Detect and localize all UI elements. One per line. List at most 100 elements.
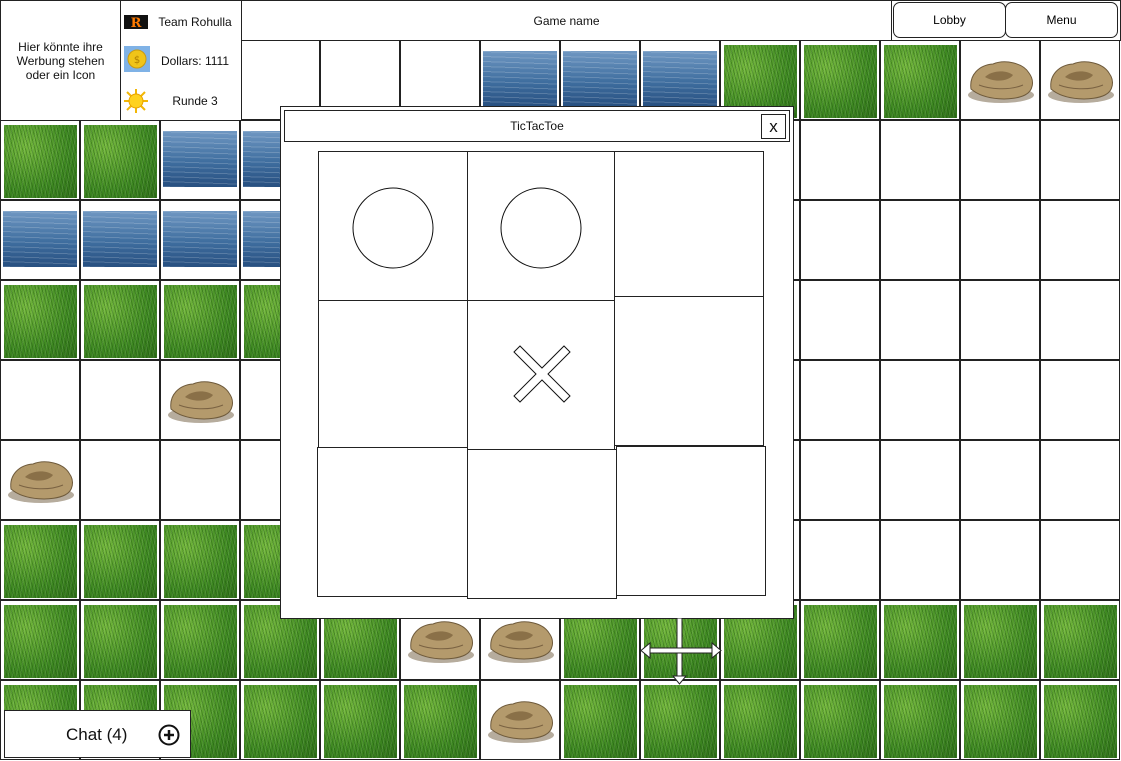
map-tile-grass[interactable]	[160, 280, 240, 360]
grass-tile-image	[804, 45, 877, 118]
grass-tile-image	[964, 605, 1037, 678]
map-tile-empty[interactable]	[1040, 120, 1120, 200]
team-row: R Team Rohulla	[121, 3, 241, 41]
map-tile-grass[interactable]	[320, 680, 400, 760]
map-tile-grass[interactable]	[720, 680, 800, 760]
game-name: Game name	[533, 13, 600, 28]
map-tile-water[interactable]	[0, 200, 80, 280]
map-tile-grass[interactable]	[960, 600, 1040, 680]
map-tile-grass[interactable]	[0, 280, 80, 360]
dialog-title: TicTacToe	[510, 119, 564, 133]
map-tile-rock[interactable]	[960, 40, 1040, 120]
map-tile-grass[interactable]	[0, 600, 80, 680]
map-tile-empty[interactable]	[880, 520, 960, 600]
map-tile-empty[interactable]	[1040, 440, 1120, 520]
map-tile-grass[interactable]	[400, 680, 480, 760]
map-tile-empty[interactable]	[960, 520, 1040, 600]
map-tile-empty[interactable]	[960, 280, 1040, 360]
chat-button[interactable]: Chat (4)	[4, 710, 191, 758]
tictactoe-cell[interactable]	[467, 449, 617, 599]
map-tile-grass[interactable]	[0, 120, 80, 200]
map-tile-empty[interactable]	[800, 440, 880, 520]
map-tile-grass[interactable]	[640, 680, 720, 760]
cross-mark-icon	[513, 345, 571, 403]
grass-tile-image	[884, 45, 957, 118]
grass-tile-image	[804, 605, 877, 678]
map-tile-empty[interactable]	[1040, 280, 1120, 360]
tictactoe-cell[interactable]	[467, 151, 615, 301]
map-tile-empty[interactable]	[960, 200, 1040, 280]
tictactoe-cell[interactable]	[614, 296, 764, 446]
map-tile-empty[interactable]	[960, 360, 1040, 440]
map-tile-empty[interactable]	[880, 200, 960, 280]
map-tile-grass[interactable]	[560, 680, 640, 760]
map-tile-empty[interactable]	[880, 120, 960, 200]
map-tile-empty[interactable]	[1040, 360, 1120, 440]
map-tile-grass[interactable]	[880, 680, 960, 760]
map-tile-empty[interactable]	[800, 120, 880, 200]
map-tile-grass[interactable]	[800, 600, 880, 680]
map-tile-grass[interactable]	[1040, 600, 1120, 680]
lobby-button[interactable]: Lobby	[893, 2, 1006, 38]
map-tile-grass[interactable]	[240, 680, 320, 760]
map-tile-empty[interactable]	[960, 440, 1040, 520]
circle-mark-icon	[500, 187, 582, 269]
map-tile-grass[interactable]	[800, 680, 880, 760]
map-tile-water[interactable]	[80, 200, 160, 280]
tictactoe-dialog: TicTacToe x	[280, 106, 794, 619]
grass-tile-image	[84, 285, 157, 358]
map-tile-grass[interactable]	[80, 520, 160, 600]
map-tile-empty[interactable]	[800, 360, 880, 440]
map-tile-empty[interactable]	[800, 200, 880, 280]
status-panel: R Team Rohulla $ Dollars: 1111 Runde 3	[120, 0, 242, 121]
map-tile-grass[interactable]	[160, 600, 240, 680]
map-tile-rock[interactable]	[160, 360, 240, 440]
map-tile-empty[interactable]	[80, 440, 160, 520]
coin-icon: $	[124, 46, 150, 72]
map-tile-grass[interactable]	[0, 520, 80, 600]
map-tile-empty[interactable]	[880, 360, 960, 440]
map-tile-empty[interactable]	[800, 280, 880, 360]
move-arrows-icon[interactable]	[640, 618, 722, 688]
map-tile-empty[interactable]	[0, 360, 80, 440]
menu-button[interactable]: Menu	[1005, 2, 1118, 38]
tictactoe-cell[interactable]	[614, 151, 764, 297]
map-tile-empty[interactable]	[80, 360, 160, 440]
map-tile-empty[interactable]	[880, 440, 960, 520]
tictactoe-cell[interactable]	[318, 151, 468, 301]
map-tile-empty[interactable]	[960, 120, 1040, 200]
grass-tile-image	[84, 605, 157, 678]
map-tile-grass[interactable]	[160, 520, 240, 600]
tictactoe-cell[interactable]	[467, 300, 615, 450]
tictactoe-cell[interactable]	[616, 446, 766, 596]
map-tile-rock[interactable]	[0, 440, 80, 520]
map-tile-empty[interactable]	[880, 280, 960, 360]
close-button[interactable]: x	[761, 114, 786, 139]
map-tile-grass[interactable]	[800, 40, 880, 120]
round-number: Runde 3	[172, 94, 218, 108]
tictactoe-cell[interactable]	[317, 447, 468, 597]
water-tile-image	[83, 211, 157, 267]
map-tile-grass[interactable]	[880, 40, 960, 120]
map-tile-empty[interactable]	[800, 520, 880, 600]
dialog-title-bar[interactable]: TicTacToe	[284, 110, 790, 142]
water-tile-image	[163, 131, 237, 187]
map-tile-empty[interactable]	[160, 440, 240, 520]
tictactoe-cell[interactable]	[318, 300, 468, 450]
chat-label: Chat (4)	[66, 725, 128, 744]
grass-tile-image	[324, 685, 397, 758]
map-tile-rock[interactable]	[1040, 40, 1120, 120]
map-tile-grass[interactable]	[960, 680, 1040, 760]
grass-tile-image	[164, 525, 237, 598]
map-tile-empty[interactable]	[1040, 200, 1120, 280]
map-tile-grass[interactable]	[1040, 680, 1120, 760]
map-tile-water[interactable]	[160, 120, 240, 200]
map-tile-water[interactable]	[160, 200, 240, 280]
plus-circle-icon[interactable]	[158, 724, 180, 746]
map-tile-grass[interactable]	[880, 600, 960, 680]
map-tile-grass[interactable]	[80, 600, 160, 680]
map-tile-rock[interactable]	[480, 680, 560, 760]
map-tile-grass[interactable]	[80, 120, 160, 200]
map-tile-grass[interactable]	[80, 280, 160, 360]
map-tile-empty[interactable]	[1040, 520, 1120, 600]
